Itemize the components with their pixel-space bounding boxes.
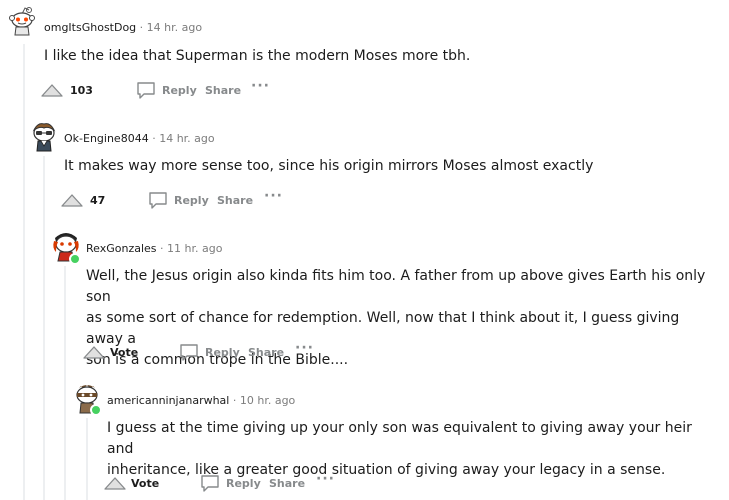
vote-count: 47 [90,193,106,207]
share-button[interactable]: Share [205,80,241,100]
username-link[interactable]: americanninjanarwhal [107,394,229,407]
upvote-arrow-icon[interactable] [103,475,127,491]
share-label: Share [217,193,254,207]
comment-meta: Ok-Engine8044 · 14 hr. ago [64,132,215,145]
meta-separator: · [139,21,147,34]
ellipsis-icon[interactable]: ··· [264,188,283,204]
comment-actions: 103 Reply Share ··· [40,78,340,100]
comment-meta: omgItsGhostDog · 14 hr. ago [44,21,202,34]
username-link[interactable]: Ok-Engine8044 [64,132,149,145]
thread-line-level-2[interactable] [43,156,45,500]
reply-button[interactable]: Reply [179,342,240,362]
timestamp[interactable]: 11 hr. ago [167,242,222,255]
more-options-button[interactable]: ··· [295,338,314,358]
online-status-icon [69,253,81,265]
upvote-arrow-icon[interactable] [40,82,64,98]
comment-text: I like the idea that Superman is the mod… [44,48,471,64]
meta-separator: · [232,394,240,407]
speech-bubble-icon [149,192,167,209]
share-label: Share [269,476,306,490]
share-button[interactable]: Share [248,342,284,362]
reply-label: Reply [174,193,209,207]
thread-line-level-4[interactable] [86,418,88,500]
share-button[interactable]: Share [217,190,253,210]
ellipsis-icon[interactable]: ··· [251,78,270,94]
upvote-button[interactable]: 47 [60,190,105,210]
upvote-arrow-icon[interactable] [60,192,84,208]
reply-button[interactable]: Reply [200,473,261,493]
share-label: Share [248,345,285,359]
thread-line-level-3[interactable] [64,266,66,500]
upvote-button[interactable]: Vote [103,473,159,493]
snoo-avatar-icon[interactable] [8,6,36,36]
comment-body: I like the idea that Superman is the mod… [44,46,470,67]
reply-button[interactable]: Reply [136,80,197,100]
thread-line-level-1[interactable] [23,44,25,500]
comment-text-line: I guess at the time giving up your only … [107,420,692,457]
reply-label: Reply [162,83,197,97]
snoo-avatar-icon[interactable] [30,122,58,152]
share-button[interactable]: Share [269,473,305,493]
comment-body: I guess at the time giving up your only … [107,418,717,481]
speech-bubble-icon [137,82,155,99]
more-options-button[interactable]: ··· [316,469,335,489]
comment-text: It makes way more sense too, since his o… [64,158,594,174]
comment-actions: 47 Reply Share ··· [60,188,360,210]
ellipsis-icon[interactable]: ··· [316,471,335,487]
comment-text-line: Well, the Jesus origin also kinda fits h… [86,268,706,305]
comment-meta: RexGonzales · 11 hr. ago [86,242,222,255]
upvote-arrow-icon[interactable] [82,344,106,360]
meta-separator: · [160,242,168,255]
timestamp[interactable]: 14 hr. ago [147,21,202,34]
more-options-button[interactable]: ··· [264,186,283,206]
speech-bubble-icon [201,475,219,492]
username-link[interactable]: RexGonzales [86,242,157,255]
vote-count: 103 [70,83,93,97]
comment-actions: Vote Reply Share ··· [82,340,382,362]
reply-label: Reply [205,345,240,359]
vote-label: Vote [131,476,160,490]
upvote-button[interactable]: 103 [40,80,93,100]
timestamp[interactable]: 10 hr. ago [240,394,295,407]
speech-bubble-icon [180,344,198,361]
comment-meta: americanninjanarwhal · 10 hr. ago [107,394,295,407]
online-status-icon [90,404,102,416]
more-options-button[interactable]: ··· [251,76,270,96]
comment-body: It makes way more sense too, since his o… [64,156,593,177]
reply-label: Reply [226,476,261,490]
reply-button[interactable]: Reply [148,190,209,210]
username-link[interactable]: omgItsGhostDog [44,21,136,34]
timestamp[interactable]: 14 hr. ago [159,132,214,145]
share-label: Share [205,83,242,97]
vote-label: Vote [110,345,139,359]
comment-actions: Vote Reply Share ··· [103,471,403,493]
ellipsis-icon[interactable]: ··· [295,340,314,356]
upvote-button[interactable]: Vote [82,342,138,362]
